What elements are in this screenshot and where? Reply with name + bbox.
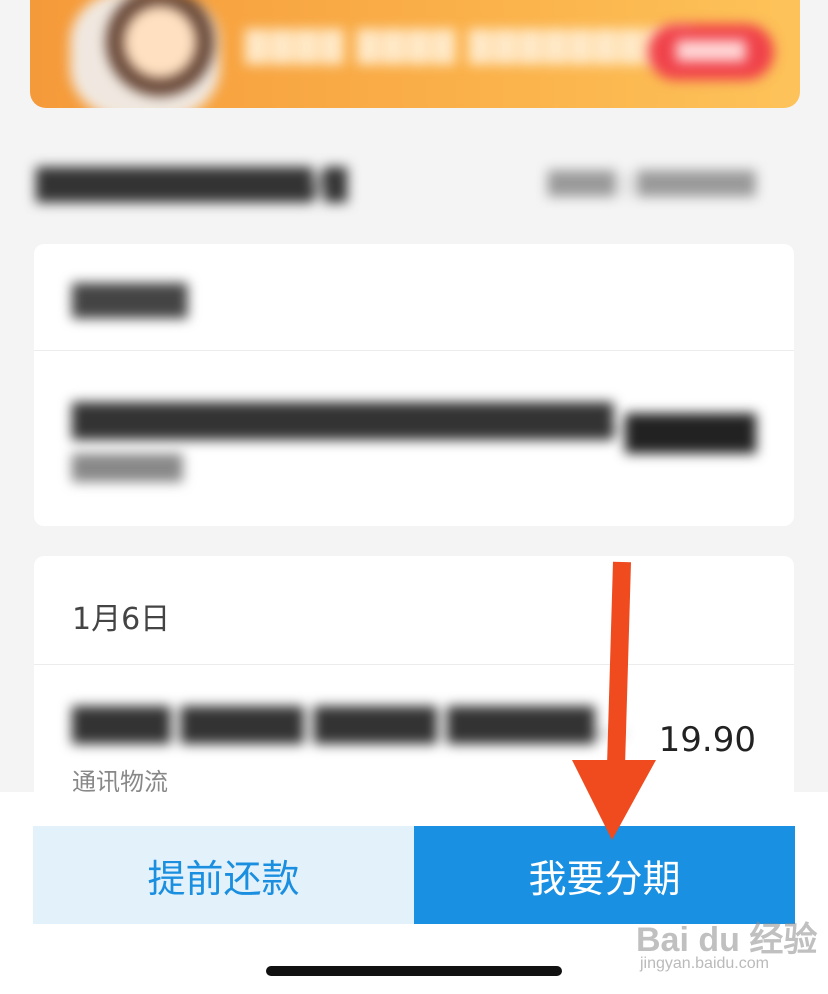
banner-image	[70, 0, 220, 108]
banner-button[interactable]: █████	[648, 24, 774, 80]
watermark-url: jingyan.baidu.com	[640, 955, 769, 972]
group-date: 1月6日	[72, 602, 171, 637]
transaction-category: ██████	[72, 454, 183, 482]
transaction-group-card: █████ ██████████████████████… ██████ ███…	[34, 244, 794, 526]
transaction-title: ██████████████████████…	[72, 402, 646, 440]
divider	[34, 350, 794, 351]
divider	[34, 664, 794, 665]
watermark-logo: Bai du 经验	[636, 921, 818, 959]
home-indicator[interactable]	[266, 966, 562, 976]
promo-banner[interactable]: ████ ████ █████████ █████	[30, 0, 800, 108]
annotation-arrow-icon	[572, 561, 656, 840]
transaction-title: ████ █████ █████ ██████…	[72, 706, 627, 744]
transaction-amount: 19.90	[658, 720, 756, 760]
prepay-button[interactable]: 提前还款	[33, 826, 414, 924]
banner-text: ████ ████ █████████	[245, 30, 695, 65]
group-date: █████	[72, 284, 188, 319]
transaction-amount: █████	[625, 414, 756, 454]
transaction-group-card: 1月6日 ████ █████ █████ ██████… 通讯物流 19.90	[34, 556, 794, 816]
section-filter[interactable]: ████ | ███████	[548, 172, 756, 197]
section-title: ████████████/█	[36, 168, 347, 203]
